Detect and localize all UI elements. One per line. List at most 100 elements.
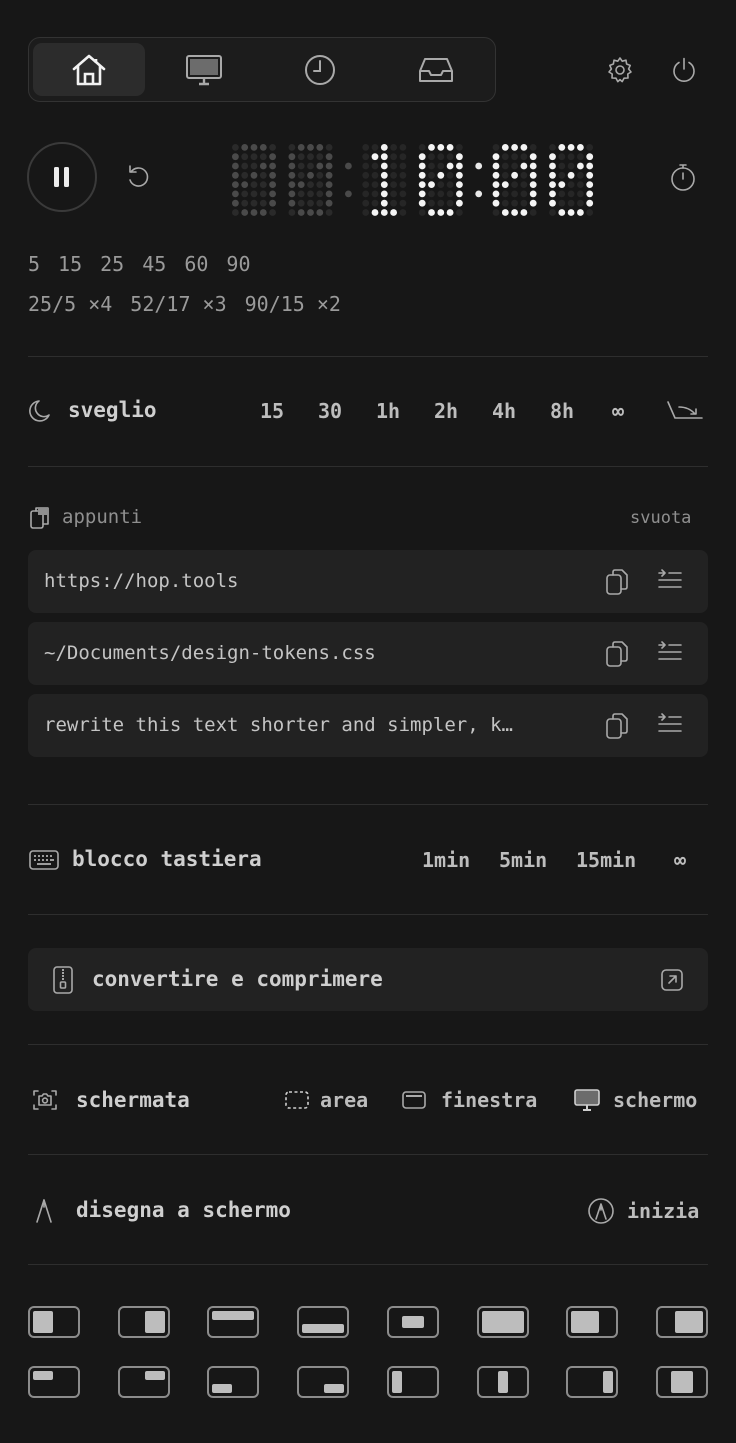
timer-dot bbox=[511, 144, 518, 151]
timer-dot bbox=[325, 199, 333, 207]
awake-option-1h[interactable]: 1h bbox=[376, 399, 400, 423]
awake-option-infinite[interactable]: ∞ bbox=[612, 399, 624, 423]
timer-dot bbox=[520, 199, 528, 207]
timer-dot bbox=[549, 144, 556, 151]
power-button[interactable] bbox=[667, 53, 701, 87]
timer-dot bbox=[371, 144, 379, 151]
layout-left-half-button[interactable] bbox=[28, 1306, 80, 1338]
timer-cycle-preset[interactable]: 90/15 ×2 bbox=[245, 292, 341, 316]
timer-cycle-preset[interactable]: 25/5 ×4 bbox=[28, 292, 112, 316]
screenshot-screen-button[interactable]: schermo bbox=[573, 1088, 697, 1112]
inbox-icon bbox=[419, 57, 453, 82]
tab-display[interactable] bbox=[148, 43, 260, 96]
layout-left-two-thirds-button[interactable] bbox=[566, 1306, 618, 1338]
layout-right-third-button[interactable] bbox=[566, 1366, 618, 1398]
clipboard-item[interactable]: rewrite this text shorter and simpler, k… bbox=[28, 694, 708, 757]
timer-dot bbox=[390, 181, 397, 188]
timer-dot bbox=[558, 190, 566, 198]
timer-dot bbox=[269, 190, 276, 198]
awake-option-4h[interactable]: 4h bbox=[492, 399, 516, 423]
awake-option-2h[interactable]: 2h bbox=[434, 399, 458, 423]
timer-dot bbox=[577, 144, 584, 151]
awake-option-30[interactable]: 30 bbox=[318, 399, 342, 423]
keyboard-lock-option-5min[interactable]: 5min bbox=[499, 848, 547, 872]
timer-dot bbox=[475, 162, 483, 170]
timer-dot bbox=[437, 162, 445, 170]
timer-dot bbox=[371, 171, 379, 179]
timer-dot bbox=[362, 181, 370, 188]
layout-top-half-button[interactable] bbox=[207, 1306, 259, 1338]
stopwatch-button[interactable] bbox=[668, 162, 698, 192]
tab-history[interactable] bbox=[264, 43, 376, 96]
copy-button[interactable] bbox=[604, 639, 632, 669]
paste-format-button[interactable] bbox=[656, 713, 684, 737]
clipboard-item[interactable]: https://hop.tools bbox=[28, 550, 708, 613]
timer-dot bbox=[297, 181, 305, 188]
layout-center-column-button[interactable] bbox=[656, 1366, 708, 1398]
timer-dot bbox=[345, 153, 352, 160]
paste-format-button[interactable] bbox=[656, 569, 684, 593]
copy-button[interactable] bbox=[604, 567, 632, 597]
layout-maximize-button[interactable] bbox=[477, 1306, 529, 1338]
timer-dot bbox=[511, 153, 518, 161]
screenshot-window-button[interactable]: finestra bbox=[401, 1088, 537, 1112]
keyboard-lock-option-infinite[interactable]: ∞ bbox=[674, 848, 686, 872]
layout-bottom-half-button[interactable] bbox=[297, 1306, 349, 1338]
paste-format-button[interactable] bbox=[656, 641, 684, 665]
timer-dot bbox=[492, 153, 500, 161]
laptop-lid-icon bbox=[667, 401, 703, 419]
timer-dot bbox=[232, 181, 239, 188]
draw-start-button[interactable]: inizia bbox=[587, 1197, 699, 1225]
timer-cycle-preset[interactable]: 52/17 ×3 bbox=[130, 292, 226, 316]
timer-preset[interactable]: 15 bbox=[58, 252, 82, 276]
timer-preset[interactable]: 5 bbox=[28, 252, 40, 276]
layout-top-left-button[interactable] bbox=[28, 1366, 80, 1398]
layout-left-third-button[interactable] bbox=[387, 1366, 439, 1398]
awake-option-8h[interactable]: 8h bbox=[550, 399, 574, 423]
timer-dot bbox=[241, 162, 249, 170]
layout-right-half-button[interactable] bbox=[118, 1306, 170, 1338]
timer-dot bbox=[288, 199, 296, 207]
copy-button[interactable] bbox=[604, 711, 632, 741]
clipboard-item[interactable]: ~/Documents/design-tokens.css bbox=[28, 622, 708, 685]
timer-preset[interactable]: 90 bbox=[226, 252, 250, 276]
pause-button[interactable] bbox=[27, 142, 97, 212]
copy-icon bbox=[606, 713, 628, 739]
screenshot-area-button[interactable]: area bbox=[284, 1088, 368, 1112]
timer-dot bbox=[456, 209, 463, 216]
layout-center-third-button[interactable] bbox=[477, 1366, 529, 1398]
layout-bottom-right-button[interactable] bbox=[297, 1366, 349, 1398]
convert-compress-button[interactable]: convertire e comprimere bbox=[28, 948, 708, 1011]
timer-dot bbox=[269, 199, 276, 207]
timer-dot bbox=[492, 181, 500, 188]
timer-dot bbox=[316, 199, 324, 207]
timer-dot bbox=[558, 162, 566, 170]
timer-dot bbox=[492, 190, 500, 198]
timer-preset[interactable]: 25 bbox=[100, 252, 124, 276]
timer-dot bbox=[390, 199, 397, 207]
clipboard-clear-button[interactable]: svuota bbox=[630, 508, 691, 528]
keyboard-lock-option-1min[interactable]: 1min bbox=[422, 848, 470, 872]
settings-button[interactable] bbox=[603, 53, 637, 87]
awake-option-15[interactable]: 15 bbox=[260, 399, 284, 423]
timer-dot bbox=[325, 181, 333, 188]
timer-dot bbox=[501, 162, 509, 170]
reset-button[interactable] bbox=[124, 163, 152, 191]
timer-dot bbox=[428, 199, 435, 207]
pause-icon bbox=[54, 167, 69, 187]
area-selection-icon bbox=[285, 1091, 309, 1109]
tab-inbox[interactable] bbox=[380, 43, 492, 96]
keyboard-lock-option-15min[interactable]: 15min bbox=[576, 848, 636, 872]
layout-bottom-left-button[interactable] bbox=[207, 1366, 259, 1398]
lid-closed-button[interactable] bbox=[665, 399, 705, 425]
timer-dot bbox=[446, 190, 454, 198]
layout-center-button[interactable] bbox=[387, 1306, 439, 1338]
layout-right-two-thirds-button[interactable] bbox=[656, 1306, 708, 1338]
timer-dot bbox=[371, 190, 379, 198]
timer-dot bbox=[241, 181, 249, 188]
tab-home[interactable] bbox=[33, 43, 145, 96]
timer-dot bbox=[390, 144, 397, 151]
timer-preset[interactable]: 60 bbox=[184, 252, 208, 276]
timer-preset[interactable]: 45 bbox=[142, 252, 166, 276]
layout-top-right-button[interactable] bbox=[118, 1366, 170, 1398]
